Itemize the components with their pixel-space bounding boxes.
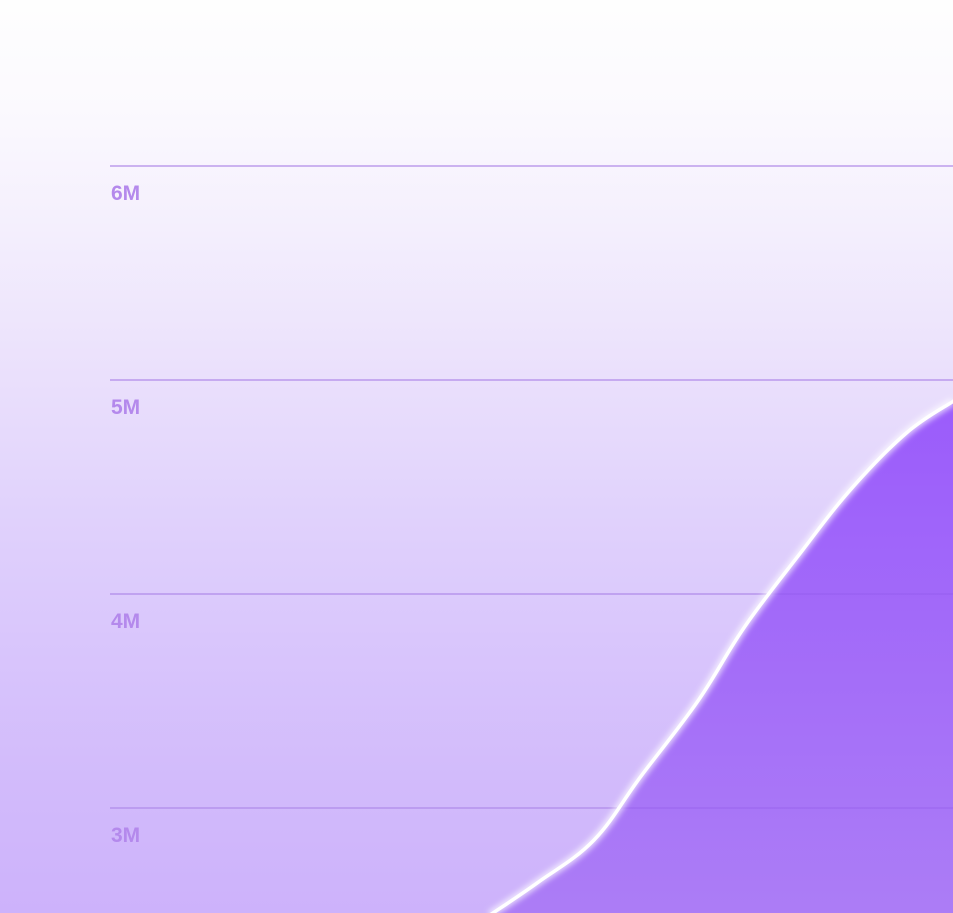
y-tick-label-5m: 5M xyxy=(111,396,140,419)
y-tick-label-4m: 4M xyxy=(111,610,140,633)
chart-area: 6M 5M 4M 3M xyxy=(0,0,953,913)
area-chart: 6M 5M 4M 3M xyxy=(110,165,953,913)
series xyxy=(110,165,953,913)
y-tick-label-6m: 6M xyxy=(111,182,140,205)
y-axis-tick-labels: 6M 5M 4M 3M xyxy=(111,182,140,847)
y-tick-label-3m: 3M xyxy=(111,824,140,847)
